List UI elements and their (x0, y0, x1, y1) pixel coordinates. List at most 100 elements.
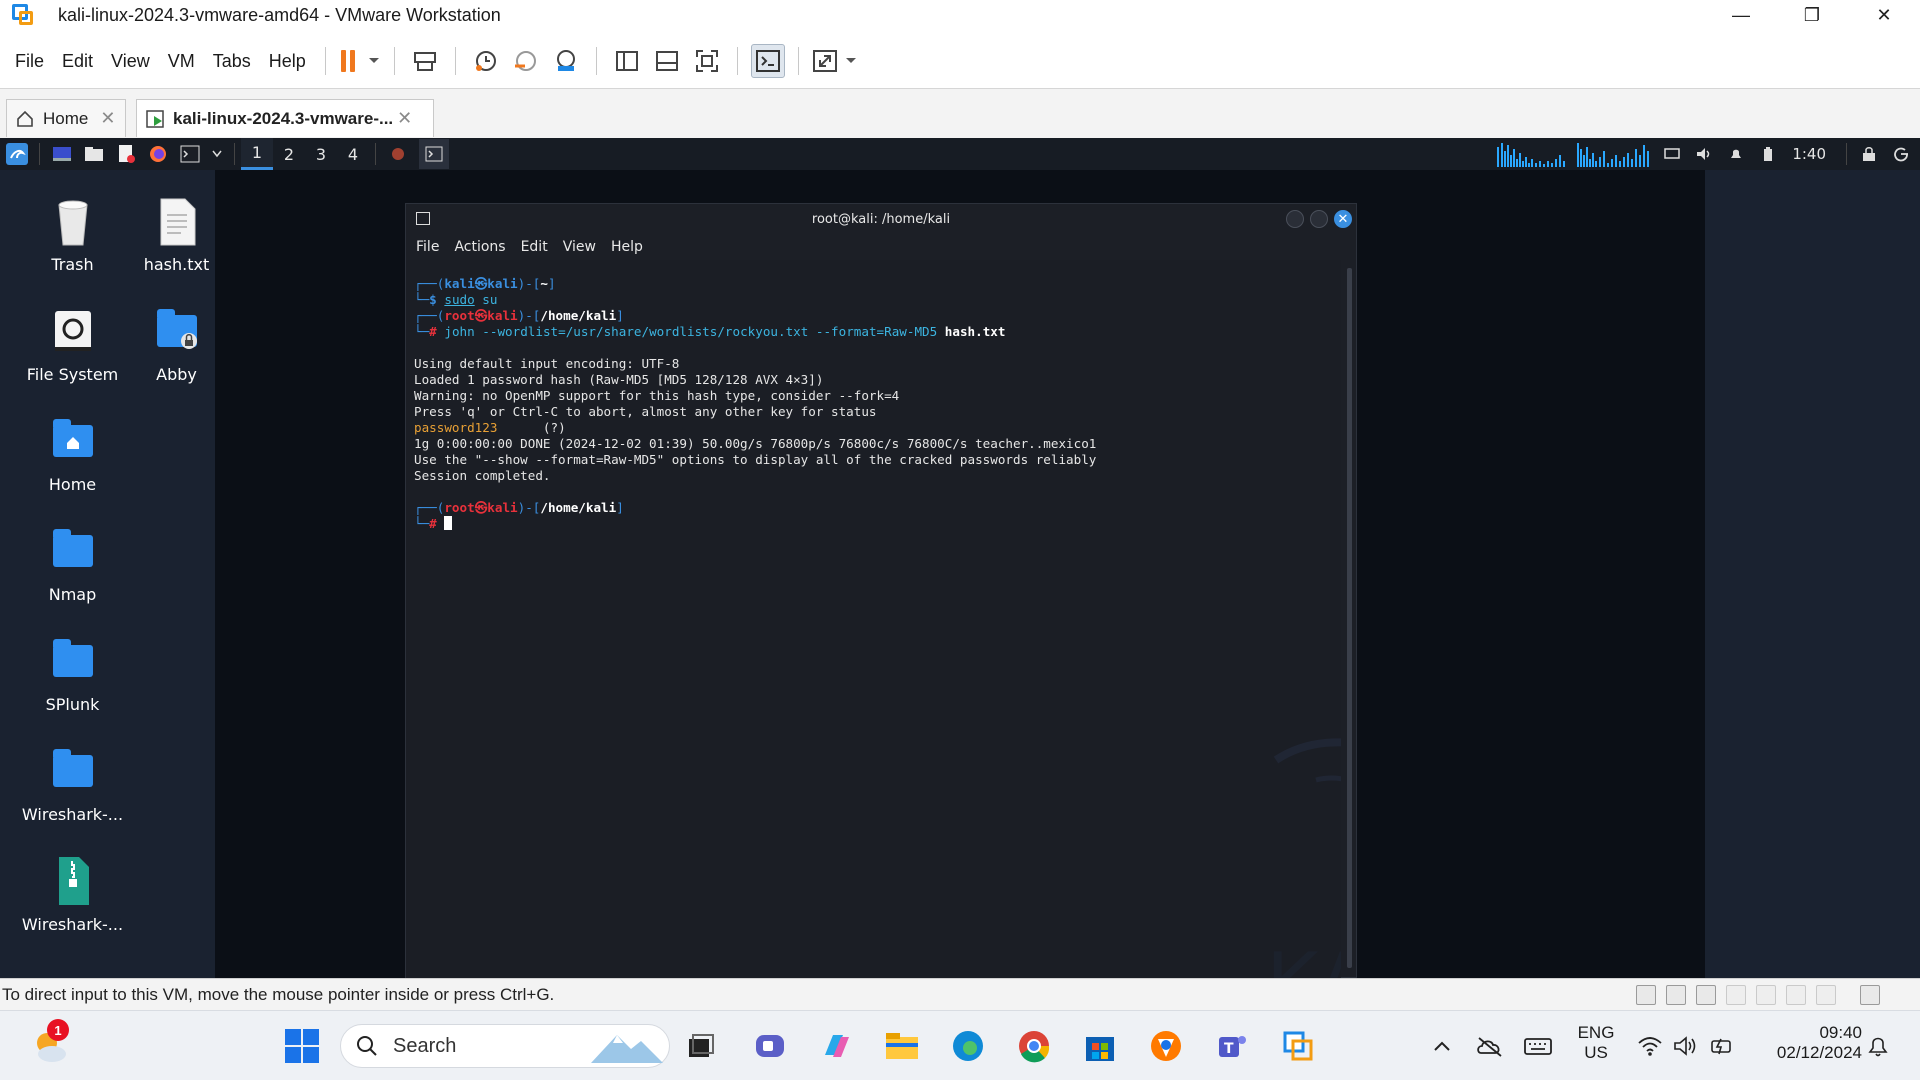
logout-icon[interactable] (1890, 143, 1912, 165)
workspace-3[interactable]: 3 (305, 138, 337, 170)
text-editor-icon[interactable] (115, 143, 137, 165)
taskbar-app-file-explorer[interactable] (880, 1024, 924, 1068)
terminal-menu-help[interactable]: Help (611, 239, 643, 255)
kali-clock[interactable]: 1:40 (1792, 145, 1826, 163)
display-icon[interactable] (1661, 143, 1683, 165)
usb-icon[interactable] (1816, 985, 1836, 1005)
sound-card-icon[interactable] (1696, 985, 1716, 1005)
terminal-menu-view[interactable]: View (563, 239, 596, 255)
terminal-titlebar[interactable]: root@kali: /home/kali ✕ (406, 204, 1356, 234)
bluetooth-icon[interactable] (1726, 985, 1746, 1005)
task-view-icon (689, 1034, 714, 1057)
restore-button[interactable]: ❐ (1783, 0, 1841, 30)
device-status-icons (1636, 985, 1880, 1005)
terminal-menu-file[interactable]: File (416, 239, 439, 255)
terminal-output[interactable]: KALI ┌──(kali㉿kali)-[~] └─$ sudo su ┌──(… (406, 260, 1341, 978)
cd-dvd-icon[interactable] (1756, 985, 1776, 1005)
menu-vm[interactable]: VM (159, 51, 204, 72)
terminal-menu-edit[interactable]: Edit (521, 239, 548, 255)
chevron-down-icon[interactable] (211, 143, 223, 165)
tab-home[interactable]: Home ✕ (6, 99, 126, 137)
minimize-button[interactable]: — (1712, 0, 1770, 30)
desktop-icon-trash[interactable]: Trash (20, 193, 125, 274)
taskbar-search-box[interactable]: Search (340, 1024, 670, 1068)
desktop-icon-file-system[interactable]: File System (20, 303, 125, 384)
vm-guest-display[interactable]: 1 2 3 4 1:40 Trash hash.txt File System … (0, 138, 1920, 978)
touch-keyboard-button[interactable] (1516, 1024, 1560, 1068)
output-line: Use the "--show --format=Raw-MD5" option… (414, 452, 1097, 467)
taskbar-app-chrome[interactable] (1012, 1024, 1056, 1068)
prompt-line-3: ┌──(root㉿kali)-[/home/kali] (414, 500, 624, 515)
onedrive-status[interactable] (1468, 1024, 1512, 1068)
battery-icon[interactable] (1757, 143, 1779, 165)
taskbar-app-chat[interactable] (748, 1024, 792, 1068)
revert-snapshot-button[interactable] (509, 44, 543, 78)
start-button[interactable] (280, 1024, 324, 1068)
terminal-menu-actions[interactable]: Actions (454, 239, 505, 255)
snapshot-manager-button[interactable] (549, 44, 583, 78)
volume-icon[interactable] (1693, 143, 1715, 165)
tab-kali-vm[interactable]: kali-linux-2024.3-vmware-... ✕ (136, 99, 434, 137)
window-firefox-icon[interactable] (387, 143, 409, 165)
menu-help[interactable]: Help (260, 51, 315, 72)
command-line-3[interactable]: └─# (414, 516, 1341, 532)
taskbar-app-store[interactable] (1078, 1024, 1122, 1068)
svg-text:T: T (1224, 1041, 1234, 1057)
hard-disk-icon[interactable] (1636, 985, 1656, 1005)
printer-icon[interactable] (1786, 985, 1806, 1005)
taskbar-clock[interactable]: 09:40 02/12/2024 (1752, 1023, 1862, 1063)
workspace-4[interactable]: 4 (337, 138, 369, 170)
stretch-guest-button[interactable] (812, 44, 858, 78)
microsoft-store-icon (1086, 1037, 1114, 1061)
show-hidden-icons-button[interactable] (1420, 1024, 1464, 1068)
taskbar-app-vmware[interactable] (1276, 1024, 1320, 1068)
battery-button[interactable] (1700, 1024, 1744, 1068)
show-desktop-icon[interactable] (51, 143, 73, 165)
take-snapshot-button[interactable] (469, 44, 503, 78)
terminal-minimize-button[interactable] (1286, 210, 1304, 228)
desktop-icon-nmap[interactable]: Nmap (20, 523, 125, 604)
send-ctrl-alt-del-button[interactable] (408, 44, 442, 78)
close-button[interactable]: ✕ (1855, 0, 1913, 30)
workspace-2[interactable]: 2 (273, 138, 305, 170)
full-screen-button[interactable] (690, 44, 724, 78)
terminal-scrollbar[interactable] (1347, 268, 1352, 968)
terminal-maximize-button[interactable] (1310, 210, 1328, 228)
menu-view[interactable]: View (102, 51, 159, 72)
taskbar-app-edge[interactable] (946, 1024, 990, 1068)
taskbar-app-teams[interactable]: T (1210, 1024, 1254, 1068)
terminal-launcher-icon[interactable] (179, 143, 201, 165)
kali-menu-icon[interactable] (6, 143, 28, 165)
menu-tabs[interactable]: Tabs (204, 51, 260, 72)
desktop-icon-hash-txt[interactable]: hash.txt (124, 193, 229, 274)
desktop-icon-abby[interactable]: Abby (124, 303, 229, 384)
taskbar-app-vpn[interactable] (1144, 1024, 1188, 1068)
terminal-window[interactable]: root@kali: /home/kali ✕ File Actions Edi… (405, 203, 1357, 978)
lock-screen-icon[interactable] (1858, 143, 1880, 165)
show-thumbnail-bar-button[interactable] (650, 44, 684, 78)
firefox-icon[interactable] (147, 143, 169, 165)
show-library-button[interactable] (610, 44, 644, 78)
menu-file[interactable]: File (6, 51, 53, 72)
workspace-1[interactable]: 1 (241, 138, 273, 170)
notification-bell-icon[interactable] (1725, 143, 1747, 165)
desktop-icon-splunk[interactable]: SPlunk (20, 633, 125, 714)
notifications-button[interactable] (1856, 1024, 1900, 1068)
desktop-icon-home[interactable]: Home (20, 413, 125, 494)
input-language[interactable]: ENG US (1572, 1023, 1620, 1063)
tab-kali-vm-close-button[interactable]: ✕ (397, 108, 412, 129)
taskbar-app-copilot[interactable] (814, 1024, 858, 1068)
pause-vm-button[interactable] (339, 44, 381, 78)
text-file-icon (149, 193, 205, 249)
window-terminal-icon[interactable] (419, 139, 449, 169)
menu-edit[interactable]: Edit (53, 51, 102, 72)
desktop-icon-wireshark-zip[interactable]: Wireshark-... (20, 853, 125, 934)
console-view-button[interactable] (750, 44, 785, 78)
desktop-icon-wireshark-folder[interactable]: Wireshark-... (20, 743, 125, 824)
tab-home-close-button[interactable]: ✕ (100, 108, 115, 129)
terminal-close-button[interactable]: ✕ (1334, 210, 1352, 228)
task-view-button[interactable] (678, 1024, 722, 1068)
file-manager-icon[interactable] (83, 143, 105, 165)
network-adapter-icon[interactable] (1666, 985, 1686, 1005)
message-log-icon[interactable] (1860, 985, 1880, 1005)
